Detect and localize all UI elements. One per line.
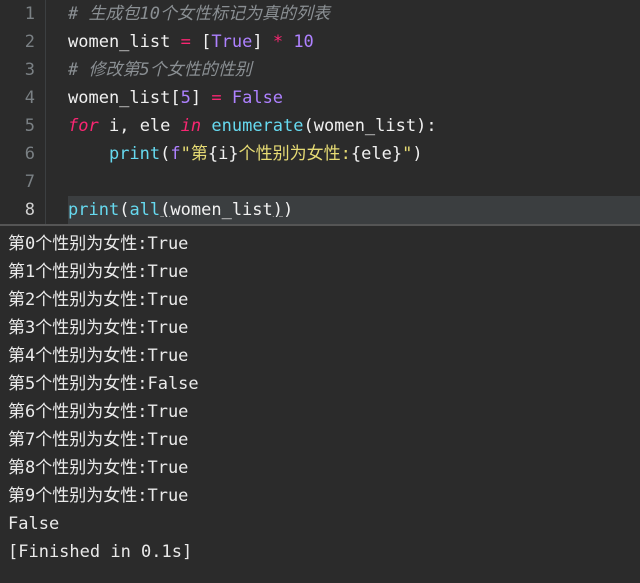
code-token: 10 [293,32,313,52]
code-token [191,32,201,52]
code-token: ( [160,144,170,164]
code-token: ) [412,144,422,164]
code-token: women_list [314,116,416,136]
code-token: # 修改第5个女性的性别 [68,60,252,80]
code-token: = [211,88,221,108]
code-token: { [351,144,361,164]
code-token [222,88,232,108]
code-token: 5 [181,88,191,108]
code-line[interactable]: women_list[5] = False [68,84,640,112]
code-token [283,32,293,52]
line-number: 3 [0,56,35,84]
line-number: 5 [0,112,35,140]
code-token: women_list [68,32,170,52]
code-token: ] [191,88,201,108]
code-token: women_list [68,88,170,108]
code-token: women_list [170,200,272,220]
code-token: True [211,32,252,52]
line-number: 1 [0,0,35,28]
output-line: [Finished in 0.1s] [8,538,632,566]
output-line: 第7个性别为女性:True [8,426,632,454]
code-token: all [129,200,160,220]
code-token: = [181,32,191,52]
code-token: ] [252,32,262,52]
code-token: : [426,116,436,136]
code-token: f [170,144,180,164]
code-area[interactable]: # 生成包10个女性标记为真的列表women_list = [True] * 1… [46,0,640,224]
code-token: # 生成包10个女性标记为真的列表 [68,4,330,24]
code-token: enumerate [211,116,303,136]
code-token: False [232,88,283,108]
line-number-gutter: 12345678 [0,0,46,224]
output-line: 第1个性别为女性:True [8,258,632,286]
code-line[interactable]: print(f"第{i}个性别为女性:{ele}") [68,140,640,168]
code-token: print [68,200,119,220]
code-token: i [99,116,119,136]
code-token: } [228,144,238,164]
output-line: 第0个性别为女性:True [8,230,632,258]
code-token: for [68,116,99,136]
output-line: 第6个性别为女性:True [8,398,632,426]
code-line[interactable]: women_list = [True] * 10 [68,28,640,56]
code-token: [ [170,88,180,108]
code-token: in [181,116,201,136]
code-token: } [392,144,402,164]
code-line[interactable]: print(all(women_list)) [68,196,640,224]
code-token [170,32,180,52]
code-token: ele [129,116,180,136]
code-token: ( [160,200,170,220]
line-number: 6 [0,140,35,168]
code-token: ) [283,200,293,220]
code-token [201,116,211,136]
code-token [201,88,211,108]
code-token: print [109,144,160,164]
code-token: ( [119,200,129,220]
code-line[interactable]: for i, ele in enumerate(women_list): [68,112,640,140]
code-token: i [218,144,228,164]
code-token: * [273,32,283,52]
line-number: 7 [0,168,35,196]
code-line[interactable]: # 修改第5个女性的性别 [68,56,640,84]
output-line: 第4个性别为女性:True [8,342,632,370]
code-line[interactable] [68,168,640,196]
code-token: , [119,116,129,136]
code-token: ele [361,144,392,164]
code-token: " [402,144,412,164]
code-token: "第 [181,144,208,164]
code-token: 个性别为女性: [239,144,351,164]
output-panel: 第0个性别为女性:True第1个性别为女性:True第2个性别为女性:True第… [0,224,640,574]
output-line: 第3个性别为女性:True [8,314,632,342]
code-editor[interactable]: 12345678 # 生成包10个女性标记为真的列表women_list = [… [0,0,640,224]
code-token [263,32,273,52]
line-number: 4 [0,84,35,112]
output-line: 第8个性别为女性:True [8,454,632,482]
line-number: 8 [0,196,35,224]
code-token: [ [201,32,211,52]
output-line: 第2个性别为女性:True [8,286,632,314]
code-token: ) [273,200,283,220]
output-line: False [8,510,632,538]
code-line[interactable]: # 生成包10个女性标记为真的列表 [68,0,640,28]
code-token: ) [416,116,426,136]
code-token: ( [304,116,314,136]
output-line: 第9个性别为女性:True [8,482,632,510]
line-number: 2 [0,28,35,56]
output-line: 第5个性别为女性:False [8,370,632,398]
code-token: { [208,144,218,164]
